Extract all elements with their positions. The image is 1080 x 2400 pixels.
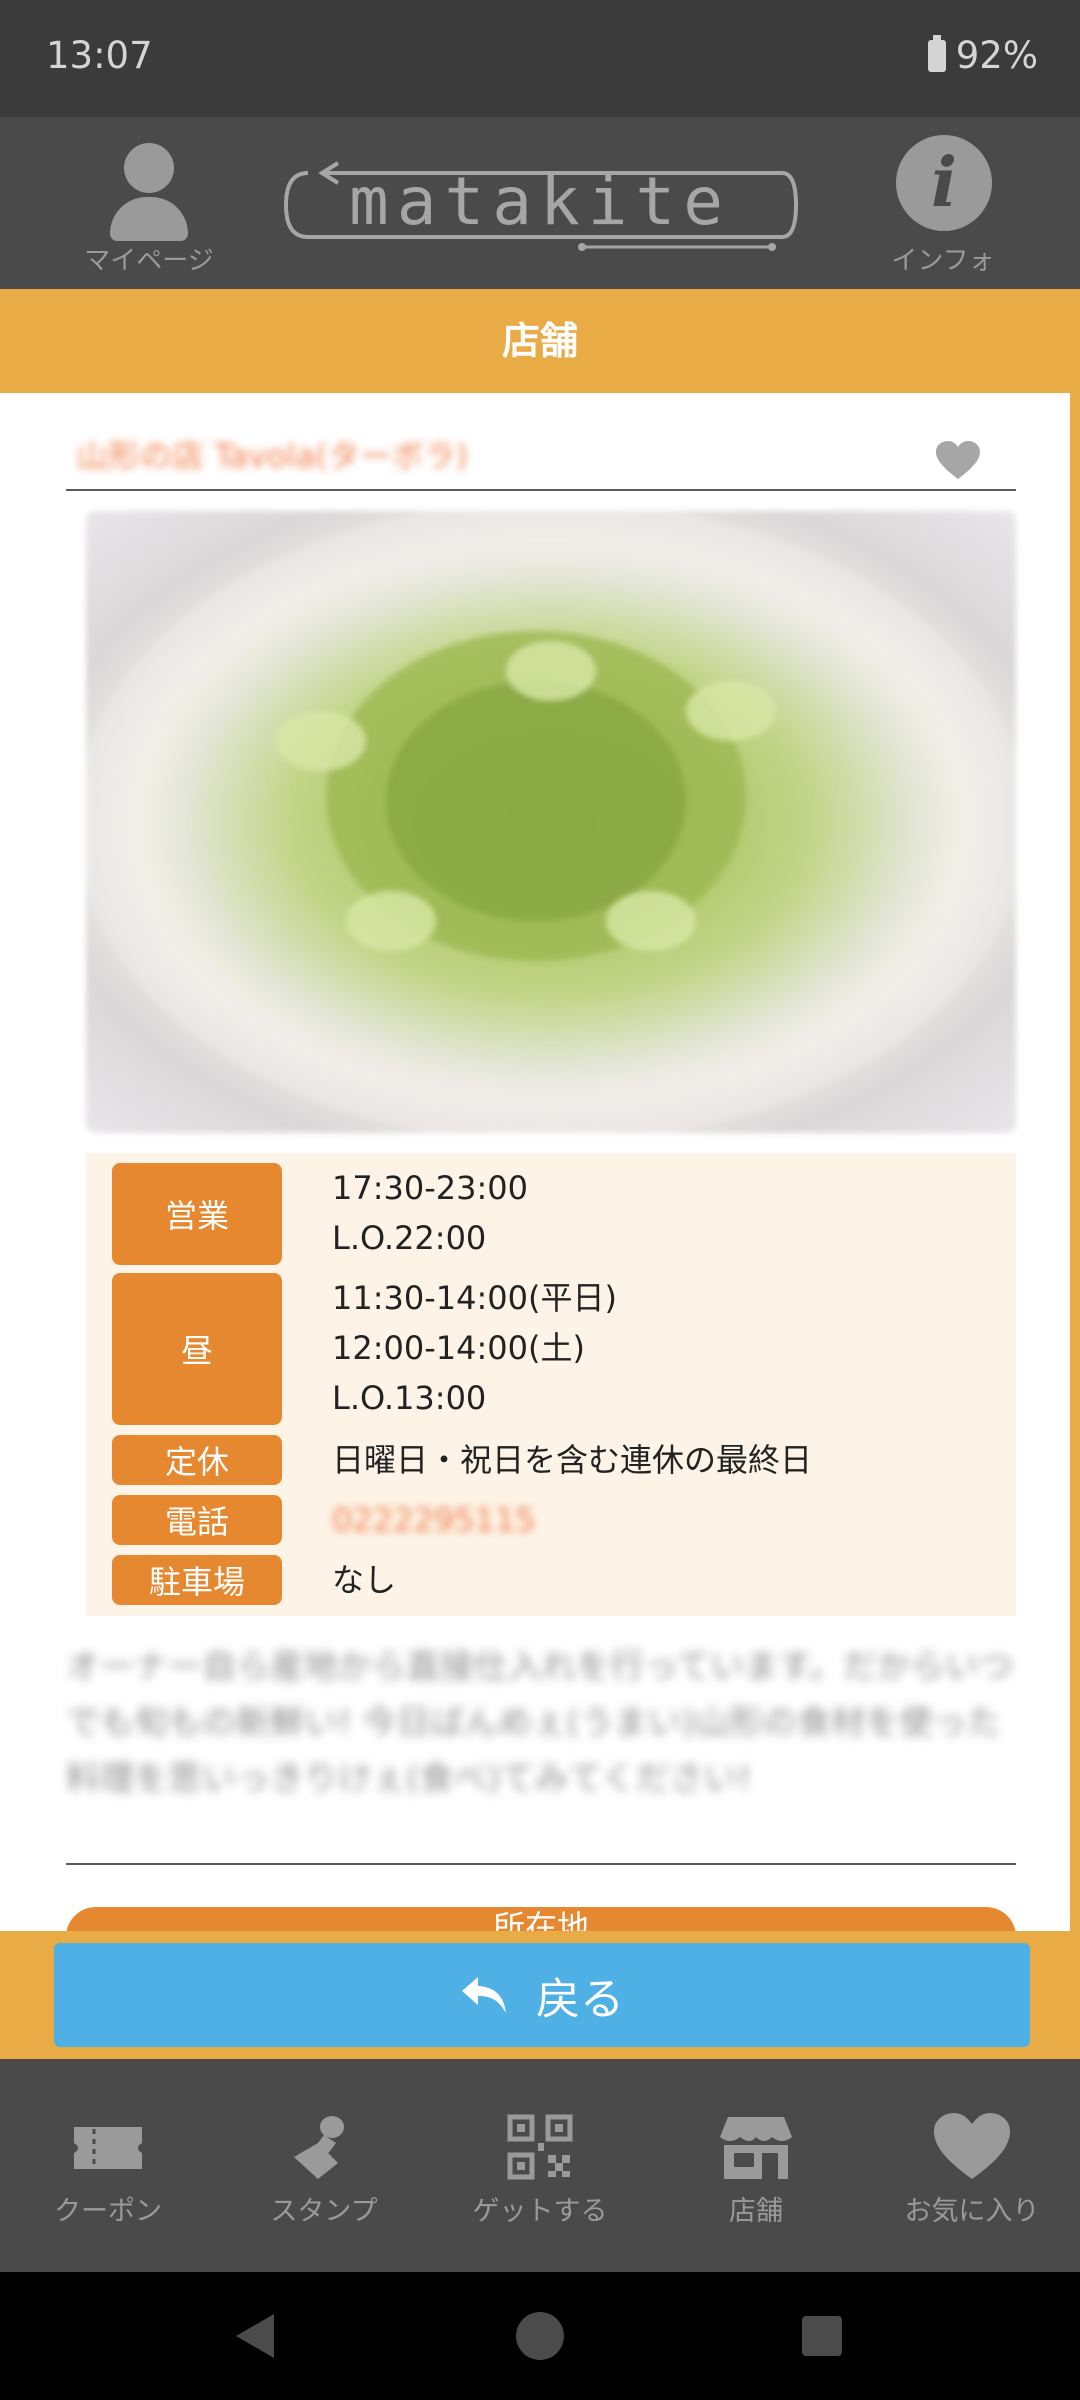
tab-get[interactable]: ゲットする xyxy=(432,2059,648,2272)
stamp-icon xyxy=(294,2116,344,2179)
bottom-tab-bar: クーポン スタンプ ゲットする 店舗 お気に入り xyxy=(0,2059,1080,2272)
info-label: 電話 xyxy=(112,1495,282,1545)
reply-arrow-icon xyxy=(462,1977,506,2013)
tab-stamp[interactable]: スタンプ xyxy=(216,2059,432,2272)
shop-description: オーナー自ら産地から直接仕入れを行っています。だからいつでも旬もの新鮮い! 今日… xyxy=(66,1647,1013,1799)
favorite-heart-icon[interactable] xyxy=(936,441,980,481)
battery-level: 92% xyxy=(955,34,1038,77)
back-button-label: 戻る xyxy=(536,1974,624,2025)
tab-label: ゲットする xyxy=(472,2196,608,2227)
info-row-closed: 定休 日曜日・祝日を含む連休の最終日 xyxy=(86,1435,1016,1485)
info-label: インフォ xyxy=(891,246,995,276)
tab-label: クーポン xyxy=(54,2196,162,2227)
info-value: L.O.22:00 xyxy=(332,1219,487,1257)
tab-label: スタンプ xyxy=(270,2196,378,2227)
info-row-parking: 駐車場 なし xyxy=(86,1555,1016,1605)
phone-link[interactable]: 0222295115 xyxy=(332,1495,536,1545)
shop-detail: 山形の店 Tavola(ターボラ) 営業 17:30-23:00 L.O.22:… xyxy=(0,393,1080,1931)
shop-info-table: 営業 17:30-23:00 L.O.22:00 昼 11:30-14:00(平… xyxy=(86,1153,1016,1616)
status-bar: 13:07 92% xyxy=(0,0,1080,117)
back-bar: 戻る xyxy=(0,1931,1080,2059)
shop-photo xyxy=(86,511,1016,1133)
nav-home-icon[interactable] xyxy=(516,2312,564,2360)
tab-favorites[interactable]: お気に入り xyxy=(864,2059,1080,2272)
system-nav-bar xyxy=(0,2272,1080,2400)
info-value: L.O.13:00 xyxy=(332,1379,487,1417)
qr-code-icon xyxy=(507,2114,573,2180)
status-time: 13:07 xyxy=(46,34,153,77)
ticket-icon xyxy=(74,2127,142,2169)
app-header: マイページ matakite i インフォ xyxy=(0,117,1080,289)
app-logo: matakite xyxy=(282,159,798,251)
info-label: 駐車場 xyxy=(112,1555,282,1605)
info-label: 営業 xyxy=(112,1163,282,1265)
shop-name: 山形の店 Tavola(ターボラ) xyxy=(76,437,469,475)
info-value: なし xyxy=(332,1561,397,1599)
info-row-phone: 電話 0222295115 xyxy=(86,1495,1016,1545)
mypage-label: マイページ xyxy=(84,246,214,276)
info-button[interactable]: i インフォ xyxy=(868,131,1018,281)
tab-label: 店舗 xyxy=(729,2196,783,2227)
nav-back-icon[interactable] xyxy=(236,2314,274,2358)
shop-name-row: 山形の店 Tavola(ターボラ) xyxy=(66,423,1016,491)
tab-coupon[interactable]: クーポン xyxy=(0,2059,216,2272)
info-row-hours: 営業 17:30-23:00 L.O.22:00 xyxy=(86,1163,1016,1265)
heart-icon xyxy=(934,2113,1010,2179)
info-value: 12:00-14:00(土) xyxy=(332,1329,585,1367)
info-value: 11:30-14:00(平日) xyxy=(332,1279,617,1317)
store-icon xyxy=(720,2117,792,2179)
info-label: 定休 xyxy=(112,1435,282,1485)
person-icon xyxy=(124,143,174,193)
tab-store[interactable]: 店舗 xyxy=(648,2059,864,2272)
battery-icon xyxy=(927,34,946,72)
page-title: 店舗 xyxy=(0,289,1080,393)
back-button[interactable]: 戻る xyxy=(54,1943,1030,2047)
mypage-button[interactable]: マイページ xyxy=(74,131,224,281)
nav-recents-icon[interactable] xyxy=(802,2316,842,2356)
divider xyxy=(66,1863,1016,1865)
info-icon: i xyxy=(896,135,992,231)
info-label: 昼 xyxy=(112,1273,282,1425)
logo-text: matakite xyxy=(349,163,731,240)
location-button[interactable]: 所在地 xyxy=(66,1907,1016,1931)
battery-indicator: 92% xyxy=(927,34,1038,77)
tab-label: お気に入り xyxy=(904,2196,1040,2227)
info-row-lunch: 昼 11:30-14:00(平日) 12:00-14:00(土) L.O.13:… xyxy=(86,1273,1016,1425)
info-value: 日曜日・祝日を含む連休の最終日 xyxy=(332,1441,813,1479)
info-value: 17:30-23:00 xyxy=(332,1169,528,1207)
